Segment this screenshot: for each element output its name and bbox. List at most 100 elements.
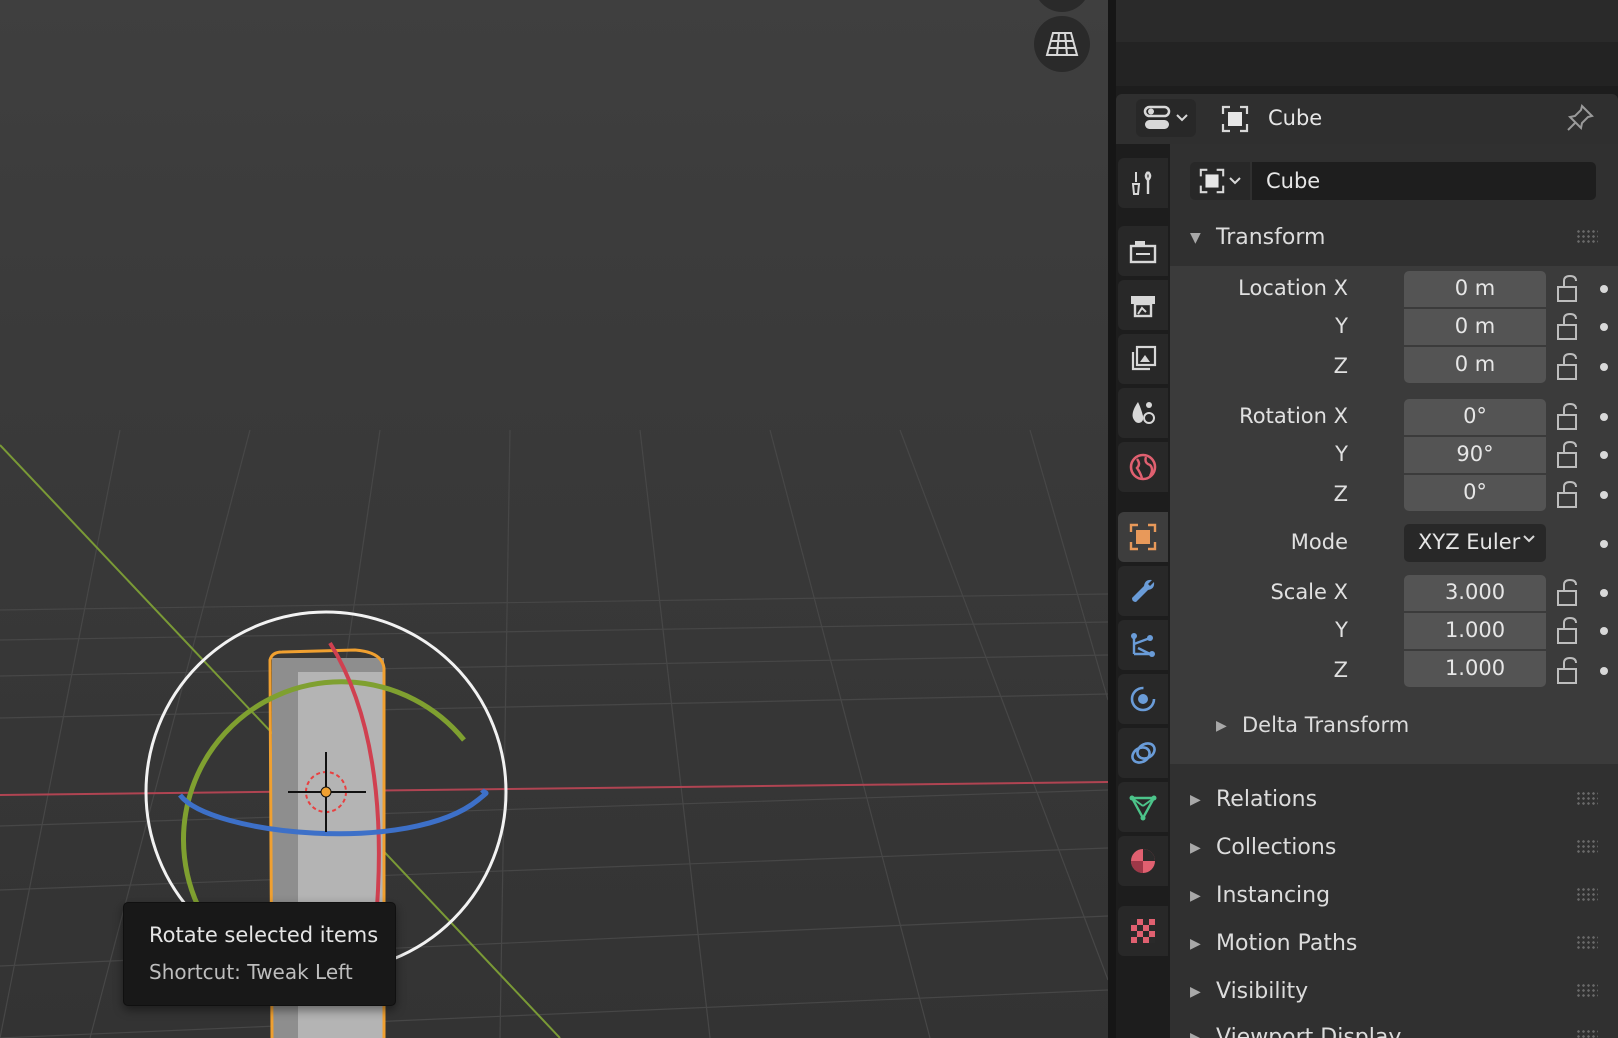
- keyframe-dot[interactable]: [1600, 627, 1608, 635]
- properties-tabs: [1116, 144, 1170, 1038]
- drag-grip-icon[interactable]: [1576, 229, 1598, 245]
- scale-y-field[interactable]: 1.000: [1404, 613, 1546, 649]
- particles-icon: [1131, 633, 1155, 657]
- 3d-viewport[interactable]: Rotate selected items Shortcut: Tweak Le…: [0, 0, 1108, 1038]
- chevron-down-icon: [1523, 535, 1535, 543]
- unlock-icon[interactable]: [1554, 352, 1584, 382]
- drag-grip-icon[interactable]: [1576, 791, 1598, 807]
- location-y-field[interactable]: 0 m: [1404, 309, 1546, 345]
- location-x-field[interactable]: 0 m: [1404, 271, 1546, 307]
- rotation-z-label: Z: [1333, 482, 1348, 506]
- properties-header: Cube: [1116, 94, 1618, 144]
- unlock-icon[interactable]: [1554, 616, 1584, 646]
- keyframe-dot[interactable]: [1600, 540, 1608, 548]
- panel-relations[interactable]: ▶ Relations: [1170, 778, 1618, 822]
- view-layer-icon: [1131, 345, 1157, 371]
- location-y-label: Y: [1335, 314, 1348, 338]
- tooltip: Rotate selected items Shortcut: Tweak Le…: [123, 902, 396, 1006]
- keyframe-dot[interactable]: [1600, 413, 1608, 421]
- unlock-icon[interactable]: [1554, 578, 1584, 608]
- keyframe-dot[interactable]: [1600, 667, 1608, 675]
- scale-x-field[interactable]: 3.000: [1404, 575, 1546, 611]
- scale-y-label: Y: [1335, 618, 1348, 642]
- tab-tool[interactable]: [1118, 158, 1168, 208]
- panel-motion-paths[interactable]: ▶ Motion Paths: [1170, 922, 1618, 966]
- wrench-icon: [1132, 579, 1155, 602]
- rotation-y-field[interactable]: 90°: [1404, 437, 1546, 473]
- tab-object[interactable]: [1118, 512, 1168, 562]
- panel-delta-transform[interactable]: ▶ Delta Transform: [1170, 706, 1618, 746]
- panel-visibility[interactable]: ▶ Visibility: [1170, 970, 1618, 1014]
- panel-title: Viewport Display: [1216, 1025, 1402, 1038]
- keyframe-dot[interactable]: [1600, 323, 1608, 331]
- unlock-icon[interactable]: [1554, 440, 1584, 470]
- tab-constraints[interactable]: [1118, 728, 1168, 778]
- panel-title: Delta Transform: [1242, 713, 1410, 737]
- expanded-arrow-icon: ▼: [1190, 230, 1201, 246]
- rotation-mode-dropdown[interactable]: XYZ Euler: [1404, 524, 1546, 562]
- mesh-data-icon: [1129, 795, 1157, 821]
- scale-z-label: Z: [1333, 658, 1348, 682]
- world-icon: [1129, 453, 1157, 481]
- rotation-z-field[interactable]: 0°: [1404, 475, 1546, 511]
- tab-render[interactable]: [1118, 226, 1168, 276]
- keyframe-dot[interactable]: [1600, 285, 1608, 293]
- render-icon: [1129, 241, 1157, 264]
- collapsed-arrow-icon: ▶: [1190, 840, 1201, 856]
- unlock-icon[interactable]: [1554, 656, 1584, 686]
- object-icon: [1199, 168, 1225, 194]
- panel-title: Collections: [1216, 835, 1337, 860]
- outliner-footer: [1116, 42, 1618, 86]
- panel-title: Motion Paths: [1216, 931, 1358, 956]
- panel-transform[interactable]: ▼ Transform: [1170, 216, 1618, 260]
- keyframe-dot[interactable]: [1600, 491, 1608, 499]
- location-x-label: Location X: [1238, 276, 1348, 300]
- drag-grip-icon[interactable]: [1576, 839, 1598, 855]
- editor-type-icon: [1143, 105, 1171, 129]
- object-properties: Cube ▼ Transform Location X 0 m Y 0 m Z …: [1170, 144, 1618, 1038]
- tab-modifiers[interactable]: [1118, 566, 1168, 616]
- tab-data[interactable]: [1118, 782, 1168, 832]
- panel-title: Transform: [1216, 225, 1326, 250]
- output-icon: [1131, 296, 1155, 318]
- keyframe-dot[interactable]: [1600, 589, 1608, 597]
- panel-collections[interactable]: ▶ Collections: [1170, 826, 1618, 870]
- unlock-icon[interactable]: [1554, 312, 1584, 342]
- panel-title: Relations: [1216, 787, 1318, 812]
- drag-grip-icon[interactable]: [1576, 935, 1598, 951]
- transform-body: Location X 0 m Y 0 m Z 0 m Rotation X 0°…: [1170, 266, 1618, 764]
- datablock-browse-button[interactable]: [1190, 162, 1250, 200]
- drag-grip-icon[interactable]: [1576, 983, 1598, 999]
- grid-view-icon[interactable]: [1034, 16, 1090, 72]
- panel-viewport-display[interactable]: ▶ Viewport Display: [1170, 1016, 1618, 1038]
- tab-scene[interactable]: [1118, 388, 1168, 438]
- object-name-field[interactable]: Cube: [1252, 162, 1596, 200]
- viewport-scene[interactable]: [0, 0, 1108, 1038]
- tab-particles[interactable]: [1118, 620, 1168, 670]
- tab-output[interactable]: [1118, 280, 1168, 330]
- blender-window: Rotate selected items Shortcut: Tweak Le…: [0, 0, 1618, 1038]
- area-divider[interactable]: [1108, 0, 1116, 1038]
- scene-icon: [1132, 402, 1155, 424]
- tab-material[interactable]: [1118, 836, 1168, 886]
- rotation-x-field[interactable]: 0°: [1404, 399, 1546, 435]
- panel-instancing[interactable]: ▶ Instancing: [1170, 874, 1618, 918]
- chevron-down-icon: [1176, 114, 1188, 122]
- scale-z-field[interactable]: 1.000: [1404, 651, 1546, 687]
- drag-grip-icon[interactable]: [1576, 1029, 1598, 1038]
- editor-type-button[interactable]: [1136, 99, 1196, 137]
- pin-icon[interactable]: [1564, 102, 1596, 134]
- unlock-icon[interactable]: [1554, 402, 1584, 432]
- drag-grip-icon[interactable]: [1576, 887, 1598, 903]
- context-title: Cube: [1268, 106, 1323, 130]
- tab-physics[interactable]: [1118, 674, 1168, 724]
- keyframe-dot[interactable]: [1600, 451, 1608, 459]
- tab-view-layer[interactable]: [1118, 334, 1168, 384]
- tab-texture[interactable]: [1118, 906, 1168, 956]
- tab-world[interactable]: [1118, 442, 1168, 492]
- unlock-icon[interactable]: [1554, 480, 1584, 510]
- location-z-field[interactable]: 0 m: [1404, 347, 1546, 383]
- tooltip-title: Rotate selected items: [149, 923, 379, 947]
- unlock-icon[interactable]: [1554, 274, 1584, 304]
- keyframe-dot[interactable]: [1600, 363, 1608, 371]
